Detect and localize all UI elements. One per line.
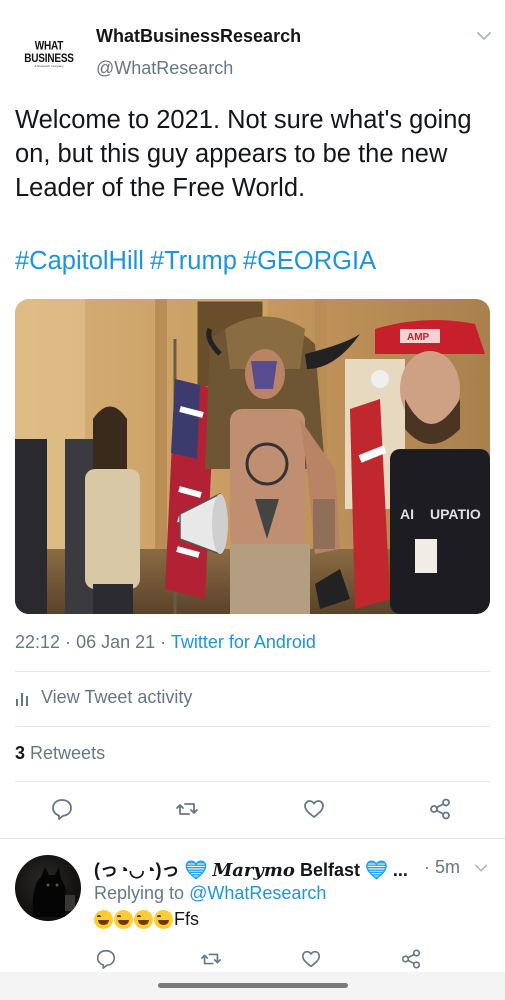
avatar-brand-text: WHAT BUSINESS xyxy=(24,40,74,66)
laughing-emoji-icon xyxy=(134,910,153,929)
reply-text: Ffs xyxy=(94,909,199,930)
laughing-emoji-icon xyxy=(154,910,173,929)
replying-prefix: Replying to xyxy=(94,883,185,903)
tweet-timestamp-line: 22:12 · 06 Jan 21 · Twitter for Android xyxy=(15,632,316,653)
cat-avatar-illustration xyxy=(32,867,75,917)
laughing-emoji-icon xyxy=(114,910,133,929)
author-avatar[interactable]: WHAT BUSINESS A Research Company xyxy=(14,40,84,68)
cap-text: AMP xyxy=(407,332,430,343)
hashtag-list: #CapitolHill #Trump #GEORGIA xyxy=(15,244,382,278)
reply-name-ellipsis: ... xyxy=(392,860,408,880)
retweet-count-button[interactable]: 3 Retweets xyxy=(15,743,105,764)
author-handle[interactable]: @WhatResearch xyxy=(96,58,233,79)
tweet-photo-illustration: AMP AI UPATIO xyxy=(15,299,490,614)
tweet-photo[interactable]: AMP AI UPATIO xyxy=(15,299,490,614)
share-icon[interactable] xyxy=(400,948,422,970)
reply-name-suffix: Belfast xyxy=(299,860,360,880)
activity-label: View Tweet activity xyxy=(41,687,193,707)
hashtag-link[interactable]: #Trump xyxy=(150,247,237,275)
hashtag-link[interactable]: #CapitolHill xyxy=(15,247,144,275)
reply-name-prefix: (っ◔◡◔)っ xyxy=(94,860,180,880)
share-icon[interactable] xyxy=(428,797,452,821)
replying-to-line: Replying to @WhatResearch xyxy=(94,883,326,904)
shirt-text-right: UPATIO xyxy=(430,506,481,522)
verified-heart-icon: 💙︎ xyxy=(365,860,388,880)
tweet-text: Welcome to 2021. Not sure what's going o… xyxy=(15,106,472,202)
reply-icon[interactable] xyxy=(50,797,74,821)
chevron-down-icon[interactable] xyxy=(474,26,494,46)
reply-text-content: Ffs xyxy=(174,909,199,929)
view-tweet-activity-button[interactable]: View Tweet activity xyxy=(15,687,192,708)
tweet-date: 06 Jan 21 xyxy=(76,632,156,652)
meta-separator: · xyxy=(65,632,72,652)
divider xyxy=(15,726,490,727)
laughing-emoji-icon xyxy=(94,910,113,929)
retweet-icon[interactable] xyxy=(200,948,222,970)
activity-bars-icon xyxy=(16,692,28,706)
shirt-text-left: AI xyxy=(400,506,414,522)
tweet-source-link[interactable]: Twitter for Android xyxy=(171,632,316,652)
retweet-label: Retweets xyxy=(30,743,106,763)
meta-separator: · xyxy=(424,857,430,877)
section-divider xyxy=(0,838,505,839)
reply-icon[interactable] xyxy=(95,948,117,970)
meta-separator: · xyxy=(160,632,167,652)
tweet-header: WHAT BUSINESS A Research Company WhatBus… xyxy=(0,0,505,95)
like-icon[interactable] xyxy=(302,797,326,821)
reply-tweet[interactable]: (っ◔◡◔)っ 💙︎ Marymo Belfast 💙︎ ... · 5m Re… xyxy=(0,845,505,985)
divider xyxy=(15,671,490,672)
reply-timestamp: · 5m xyxy=(424,857,460,878)
divider xyxy=(15,781,490,782)
tweet-time: 22:12 xyxy=(15,632,61,652)
chevron-down-icon[interactable] xyxy=(472,859,490,877)
reply-avatar[interactable] xyxy=(15,855,81,921)
retweet-count: 3 xyxy=(15,743,26,763)
hashtag-link[interactable]: #GEORGIA xyxy=(243,247,376,275)
verified-heart-icon: 💙︎ xyxy=(184,860,208,880)
replying-handle-link[interactable]: @WhatResearch xyxy=(189,883,326,903)
reply-display-name[interactable]: (っ◔◡◔)っ 💙︎ Marymo Belfast 💙︎ ... xyxy=(94,856,408,882)
retweet-icon[interactable] xyxy=(175,797,199,821)
home-gesture-pill[interactable] xyxy=(158,983,348,988)
reply-time-value: 5m xyxy=(435,857,461,877)
like-icon[interactable] xyxy=(300,948,322,970)
author-display-name[interactable]: WhatBusinessResearch xyxy=(96,26,301,47)
system-navigation-bar xyxy=(0,972,505,1000)
reply-name-script: Marymo xyxy=(212,860,295,881)
